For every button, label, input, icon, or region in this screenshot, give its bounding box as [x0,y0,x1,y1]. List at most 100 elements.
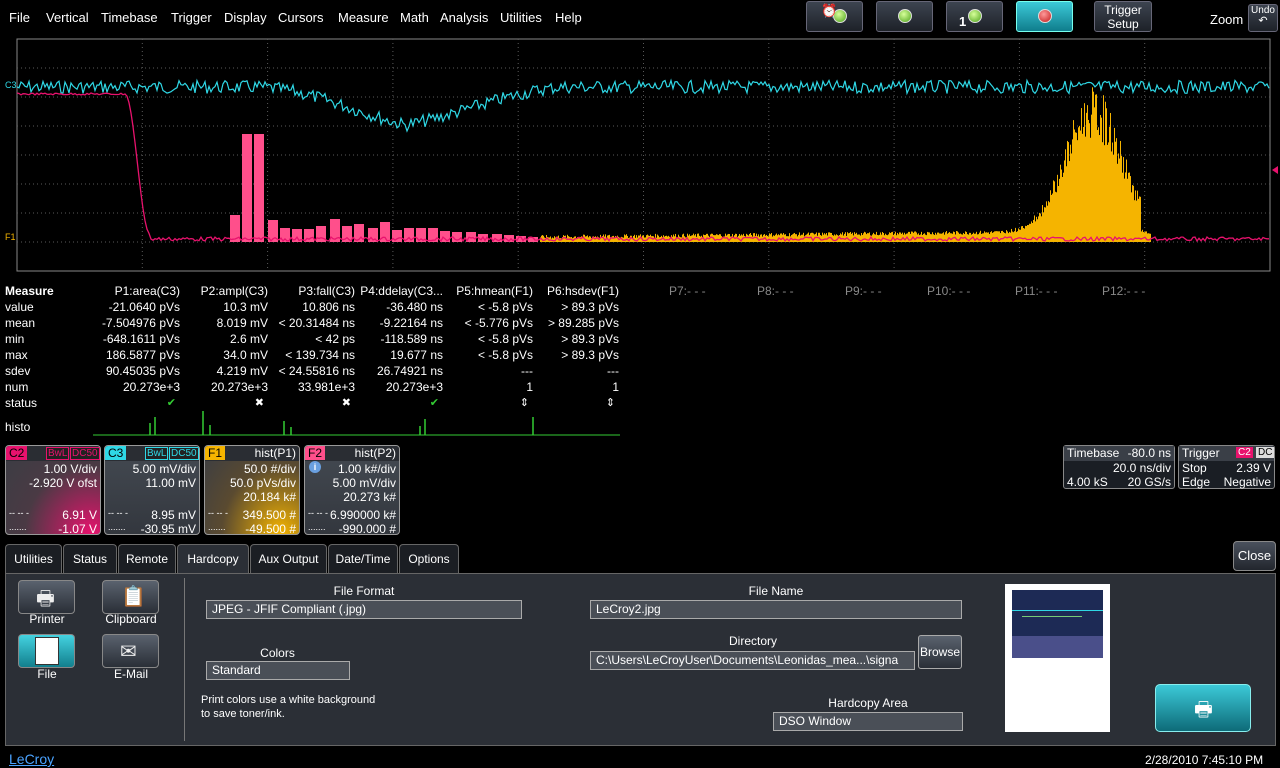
tab-options[interactable]: Options [399,544,459,574]
normal-trigger-button[interactable] [876,1,933,32]
row-label-max: max [5,348,28,362]
trace-offset: 5.00 mV/div [332,476,396,490]
file-format-field[interactable]: JPEG - JFIF Compliant (.jpg) [206,600,522,619]
measure-param-unused[interactable]: P7:- - - [669,284,706,298]
measure-cell: 20.273e+3 [385,380,443,394]
trace-top: 6.990000 k# [329,508,396,522]
measure-cell: -7.504976 pVs [101,316,180,330]
measure-cell: < -5.776 pVs [464,316,533,330]
trace-bottom: -49.500 # [245,522,296,535]
measure-param-header[interactable]: P3:fall(C3) [298,284,355,298]
clipboard-button[interactable]: 📋 [102,580,159,614]
measure-cell: 90.45035 pVs [105,364,180,378]
normal-led-icon [898,9,912,23]
dash-marker: -- -- - [308,508,328,518]
hardcopy-preview [1005,584,1110,732]
email-button[interactable]: ✉ [102,634,159,668]
c3-marker[interactable]: C3 [5,80,17,90]
measure-param-header[interactable]: P1:area(C3) [115,284,180,298]
colors-field[interactable]: Standard [206,661,350,680]
tab-remote[interactable]: Remote [118,544,176,574]
f1-marker[interactable]: F1 [5,232,16,242]
trace-top: 8.95 mV [151,508,196,522]
menu-analysis[interactable]: Analysis [440,10,488,25]
hardcopy-area-field[interactable]: DSO Window [773,712,963,731]
file-name-field[interactable]: LeCroy2.jpg [590,600,962,619]
measure-param-header[interactable]: P6:hsdev(F1) [547,284,619,298]
measure-param-header[interactable]: P5:hmean(F1) [456,284,533,298]
menu-math[interactable]: Math [400,10,429,25]
waveform-grid[interactable]: C3 F1 [0,37,1280,274]
directory-label: Directory [728,634,777,648]
hardcopy-area-label: Hardcopy Area [828,696,908,710]
tab-hardcopy[interactable]: Hardcopy [177,544,249,575]
menu-file[interactable]: File [9,10,30,25]
printer-button[interactable]: 🖶 [18,580,75,614]
dash-marker: -- -- - [108,508,128,518]
auto-trigger-button[interactable]: ⏰ [806,1,863,32]
menu-vertical[interactable]: Vertical [46,10,89,25]
trigger-level-marker[interactable] [1272,166,1278,174]
trace-box-f2[interactable]: F2 hist(P2) 1.00 k#/div 5.00 mV/div 20.273 k… [304,445,400,535]
file-format-label: File Format [333,584,395,598]
measure-param-unused[interactable]: P9:- - - [845,284,882,298]
trace-box-c2[interactable]: C2 BwL DC50 1.00 V/div -2.920 V ofst -- -- - 6… [5,445,101,535]
trace-function: hist(P2) [354,446,396,460]
menu-measure[interactable]: Measure [338,10,389,25]
measure-cell: 1 [526,380,533,394]
timebase-rate: 20 GS/s [1127,475,1171,489]
measure-param-header[interactable]: P2:ampl(C3) [201,284,268,298]
browse-button[interactable]: Browse [918,635,962,669]
trigger-setup-button[interactable]: Trigger Setup [1094,1,1152,32]
trace-bottom: -990.000 # [338,522,396,535]
menu-display[interactable]: Display [224,10,267,25]
trace-box-c3[interactable]: C3 BwL DC50 5.00 mV/div 11.00 mV -- -- - 8.95 … [104,445,200,535]
lecroy-logo[interactable]: LeCroy [9,751,54,767]
dot-marker: ....... [208,522,226,532]
measure-cell: -648.1611 pVs [102,332,180,346]
measure-cell: -9.22164 ns [379,316,443,330]
menu-utilities[interactable]: Utilities [500,10,542,25]
tab-utilities[interactable]: Utilities [5,544,62,574]
panel-divider [184,578,185,741]
directory-field[interactable]: C:\Users\LeCroyUser\Documents\Leonidas_m… [590,651,915,670]
measure-param-unused[interactable]: P11:- - - [1015,284,1057,298]
measure-title[interactable]: Measure [5,284,54,298]
row-label-sdev: sdev [5,364,31,378]
tab-status[interactable]: Status [63,544,117,574]
trigger-box[interactable]: Trigger C2 DC Stop 2.39 V Edge Negative [1178,445,1275,489]
measure-param-header[interactable]: P4:ddelay(C3... [360,284,443,298]
single-trigger-button[interactable]: 1 [946,1,1003,32]
measure-param-unused[interactable]: P8:- - - [757,284,794,298]
file-label: File [37,667,57,681]
measure-param-unused[interactable]: P10:- - - [927,284,970,298]
trace-box-f1[interactable]: F1 hist(P1) 50.0 #/div 50.0 pVs/div 20.184 k… [204,445,300,535]
measure-param-unused[interactable]: P12:- - - [1102,284,1145,298]
print-button[interactable]: 🖶 [1155,684,1251,732]
menu-bar: File Vertical Timebase Trigger Display C… [0,0,1280,36]
close-button[interactable]: Close [1233,541,1276,571]
menu-cursors[interactable]: Cursors [278,10,324,25]
stop-trigger-button[interactable] [1016,1,1073,32]
trigger-level: 2.39 V [1236,461,1271,475]
menu-help[interactable]: Help [555,10,582,25]
tab-date-time[interactable]: Date/Time [328,544,398,574]
trace-vdiv: 1.00 k#/div [337,462,396,476]
printer-label: Printer [29,612,65,626]
measure-cell: 20.273e+3 [210,380,268,394]
menu-timebase[interactable]: Timebase [101,10,158,25]
trace-tag: F2 [305,446,326,460]
undo-button[interactable]: Undo ↶ [1248,4,1278,32]
timebase-box[interactable]: Timebase -80.0 ns 20.0 ns/div 4.00 kS 20… [1063,445,1175,489]
trace-bottom: -1.07 V [58,522,97,535]
trigger-type: Edge [1182,475,1211,489]
file-button[interactable] [18,634,75,668]
measure-cell: < -5.8 pVs [477,332,533,346]
menu-trigger[interactable]: Trigger [171,10,212,25]
measure-cell: < -5.8 pVs [477,348,533,362]
tab-aux-output[interactable]: Aux Output [250,544,327,574]
trace-function: hist(P1) [254,446,296,460]
zoom-label[interactable]: Zoom [1210,12,1243,27]
timebase-label: Timebase [1067,446,1120,460]
file-icon [35,637,59,665]
